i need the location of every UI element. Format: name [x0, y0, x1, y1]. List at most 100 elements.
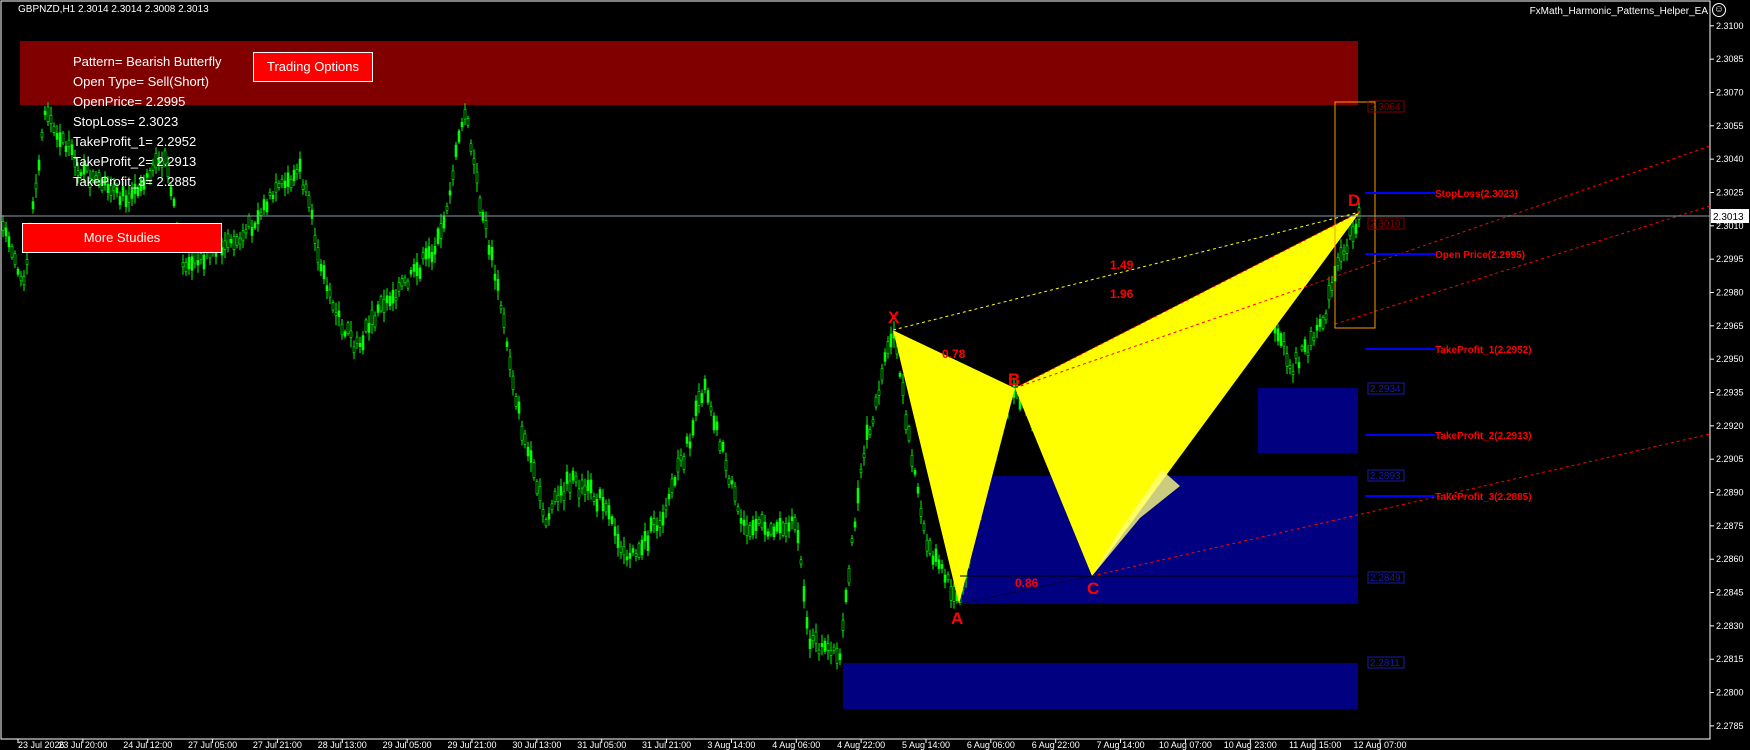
candle-body	[826, 643, 830, 651]
price-tick-label: 2.3100	[1716, 21, 1744, 31]
candle-body	[508, 356, 512, 370]
info-tp1: TakeProfit_1= 2.2952	[73, 134, 197, 149]
candle-body	[901, 382, 905, 397]
time-tick-label: 6 Aug 22:00	[1032, 740, 1080, 750]
candle-body	[118, 196, 122, 206]
candle-body	[799, 559, 803, 565]
candle-body	[517, 401, 521, 414]
candle-body	[55, 132, 59, 140]
ratio-bd-label: 1.96	[1110, 287, 1134, 301]
candle-body	[295, 169, 299, 175]
candle-body	[238, 237, 242, 245]
candle-body	[643, 531, 647, 542]
candle-body	[871, 419, 875, 424]
candle-body	[832, 646, 836, 651]
candle-body	[493, 273, 497, 281]
candle-body	[748, 525, 752, 537]
candle-body	[928, 540, 932, 554]
candle-body	[733, 486, 737, 502]
candle-body	[727, 478, 731, 485]
candle-body	[406, 280, 410, 289]
candle-body	[685, 436, 689, 444]
candle-body	[229, 239, 233, 244]
candle-body	[415, 262, 419, 276]
candle-body	[805, 617, 809, 629]
tp1-label: TakeProfit_1(2.2952)	[1435, 345, 1532, 356]
candle-body	[877, 389, 881, 396]
candle-body	[1330, 282, 1334, 291]
candle-body	[652, 518, 656, 525]
info-tp2: TakeProfit_2= 2.2913	[73, 154, 197, 169]
candle-body	[655, 525, 659, 531]
candle-body	[469, 143, 473, 152]
candle-body	[124, 195, 128, 207]
info-open-price: OpenPrice= 2.2995	[73, 94, 186, 109]
candle-body	[64, 145, 68, 153]
candle-body	[688, 441, 692, 449]
candle-body	[796, 530, 800, 544]
candle-body	[562, 491, 566, 501]
candle-body	[730, 480, 734, 485]
candle-body	[31, 201, 35, 210]
candle-body	[67, 139, 71, 147]
more-studies-button[interactable]: More Studies	[22, 223, 222, 253]
candle-body	[490, 246, 494, 261]
time-tick-label: 29 Jul 05:00	[383, 740, 432, 750]
price-tick-label: 2.2980	[1716, 287, 1744, 297]
candle-body	[670, 478, 674, 493]
price-tick-label: 2.3025	[1716, 187, 1744, 197]
candle-body	[226, 233, 230, 248]
candle-body	[397, 282, 401, 292]
candle-body	[1345, 245, 1349, 254]
candle-body	[502, 313, 506, 328]
candle-body	[1318, 318, 1322, 327]
candle-body	[463, 109, 467, 120]
candle-body	[568, 480, 572, 493]
candle-body	[46, 106, 50, 122]
candle-body	[679, 454, 683, 461]
candle-body	[820, 643, 824, 647]
zone-price-tags: 2.3064 2.3010 2.2934 2.2893 2.2849 2.281…	[1367, 100, 1405, 669]
candle-body	[223, 240, 227, 250]
ea-smiley-icon[interactable]: ☺	[1712, 3, 1726, 17]
candle-body	[694, 400, 698, 417]
candle-body	[589, 479, 593, 494]
candle-body	[724, 460, 728, 471]
candle-body	[793, 517, 797, 530]
candle-body	[661, 512, 665, 526]
candle-body	[1342, 250, 1346, 255]
candle-body	[520, 425, 524, 441]
candle-body	[280, 179, 284, 185]
candle-body	[742, 519, 746, 526]
candle-body	[787, 522, 791, 532]
candle-body	[454, 144, 458, 158]
candle-body	[253, 222, 257, 229]
candle-body	[181, 262, 185, 268]
time-tick-label: 10 Aug 07:00	[1159, 740, 1212, 750]
candle-body	[580, 479, 584, 489]
candle-body	[1276, 328, 1280, 342]
candle-body	[940, 564, 944, 569]
trading-options-button[interactable]: Trading Options	[253, 52, 373, 82]
candle-body	[259, 211, 263, 216]
candle-body	[640, 539, 644, 556]
candle-body	[598, 489, 602, 499]
candle-body	[511, 375, 515, 390]
candle-body	[934, 548, 938, 562]
candle-body	[610, 516, 614, 525]
candle-body	[460, 121, 464, 128]
candle-body	[646, 535, 650, 551]
candle-body	[496, 279, 500, 291]
candle-body	[952, 586, 956, 602]
tp2-label: TakeProfit_2(2.2913)	[1435, 431, 1532, 442]
candle-body	[709, 406, 713, 412]
candle-body	[1306, 351, 1310, 356]
candle-body	[739, 517, 743, 524]
candle-body	[844, 589, 848, 603]
candle-body	[367, 323, 371, 333]
candle-body	[49, 115, 53, 124]
candle-body	[187, 256, 191, 270]
price-tick-label: 2.2890	[1716, 488, 1744, 498]
candle-body	[676, 457, 680, 473]
price-chart[interactable]: StopLoss(2.3023) Open Price(2.2995) Take…	[0, 0, 1750, 750]
